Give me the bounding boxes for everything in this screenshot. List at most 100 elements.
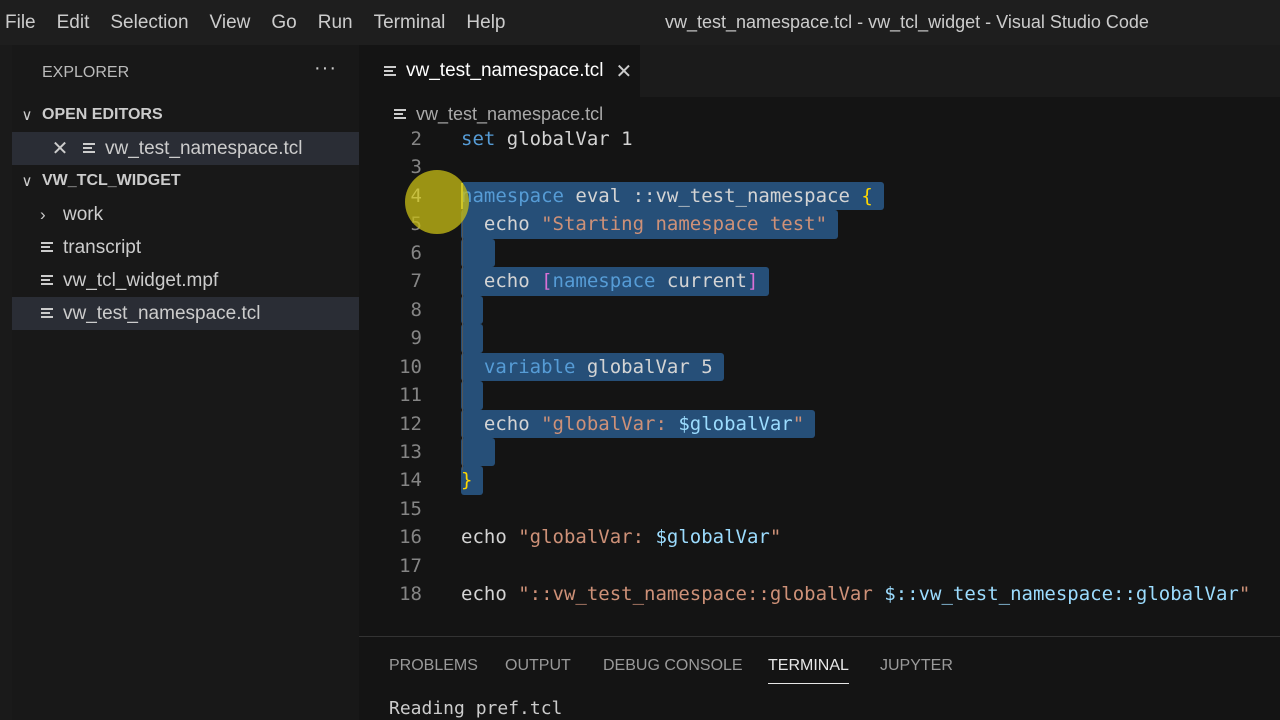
code-line[interactable]: 16 echo "globalVar: $globalVar" xyxy=(359,523,1280,551)
tab-jupyter[interactable]: JUPYTER xyxy=(880,657,953,675)
code-line[interactable]: 5 echo "Starting namespace test" xyxy=(359,210,1280,239)
token-text: current xyxy=(655,270,747,293)
open-editor-label: vw_test_namespace.tcl xyxy=(105,137,303,159)
token-str: "globalVar: xyxy=(518,526,656,549)
menu-edit[interactable]: Edit xyxy=(52,12,100,34)
tree-item-label: work xyxy=(63,203,104,225)
file-icon xyxy=(384,65,396,77)
token-bracket: [ xyxy=(541,270,553,293)
token-brace: } xyxy=(461,469,473,492)
token-text: echo xyxy=(461,270,542,293)
editor-tab-bar: vw_test_namespace.tcl ✕ xyxy=(359,45,1280,97)
tree-item-namespace-tcl[interactable]: vw_test_namespace.tcl xyxy=(12,297,359,330)
menu-run[interactable]: Run xyxy=(313,12,363,34)
token-kw: variable xyxy=(483,355,576,378)
tab-output[interactable]: OUTPUT xyxy=(505,657,571,675)
selected-code: echo [namespace current] xyxy=(461,267,770,296)
close-tab-icon[interactable]: ✕ xyxy=(616,59,633,84)
code-line[interactable]: 15 xyxy=(359,495,1280,523)
menu-view[interactable]: View xyxy=(205,12,261,34)
more-actions-icon[interactable]: ··· xyxy=(314,57,337,80)
close-icon[interactable]: ✕ xyxy=(45,136,75,161)
open-editors-label: OPEN EDITORS xyxy=(42,106,163,123)
menu-file[interactable]: File xyxy=(0,12,46,34)
code-line[interactable]: 4namespace eval ::vw_test_namespace { xyxy=(359,181,1280,211)
selected-code: echo "globalVar: $globalVar" xyxy=(461,409,816,438)
selected-code: variable globalVar 5 xyxy=(461,352,724,382)
token-str: " xyxy=(769,526,782,549)
tree-item-transcript[interactable]: transcript xyxy=(12,231,359,264)
code-text: set globalVar 1 xyxy=(461,125,633,153)
code-line[interactable]: 3 xyxy=(359,153,1280,181)
project-label: VW_TCL_WIDGET xyxy=(42,172,181,189)
line-number: 13 xyxy=(399,440,422,463)
selected-code xyxy=(461,295,484,325)
code-editor[interactable]: 2 set globalVar 134namespace eval ::vw_te… xyxy=(359,125,1280,625)
file-icon xyxy=(83,143,95,154)
tree-item-label: transcript xyxy=(63,236,142,258)
code-text: echo "::vw_test_namespace::globalVar $::… xyxy=(461,580,1250,608)
selected-code xyxy=(461,381,484,410)
terminal-output: Reading pref.tcl xyxy=(389,698,563,719)
code-text: echo "globalVar: $globalVar" xyxy=(461,523,781,551)
menu-bar: File Edit Selection View Go Run Terminal… xyxy=(0,0,1280,45)
token-str: " xyxy=(792,412,805,435)
line-number: 6 xyxy=(410,241,422,264)
token-text: eval ::vw_test_namespace xyxy=(563,184,862,207)
file-icon xyxy=(41,308,53,319)
menu-terminal[interactable]: Terminal xyxy=(369,12,456,34)
code-line[interactable]: 9 xyxy=(359,324,1280,353)
line-number: 16 xyxy=(399,526,422,549)
bottom-panel: PROBLEMS OUTPUT DEBUG CONSOLE TERMINAL J… xyxy=(359,636,1280,720)
tab-vw-test-namespace[interactable]: vw_test_namespace.tcl ✕ xyxy=(359,45,640,97)
tab-terminal[interactable]: TERMINAL xyxy=(768,657,849,684)
code-line[interactable]: 2 set globalVar 1 xyxy=(359,125,1280,153)
code-line[interactable]: 7 echo [namespace current] xyxy=(359,267,1280,296)
open-editors-header[interactable]: ∨ OPEN EDITORS xyxy=(12,99,359,131)
chevron-down-icon: ∨ xyxy=(21,173,33,190)
selected-code: namespace eval ::vw_test_namespace { xyxy=(461,181,884,211)
line-number: 14 xyxy=(399,469,422,492)
activity-bar xyxy=(0,45,12,720)
code-line[interactable]: 17 xyxy=(359,552,1280,580)
menu-go[interactable]: Go xyxy=(266,12,306,34)
menu-selection[interactable]: Selection xyxy=(105,12,198,34)
token-kw: namespace xyxy=(461,184,564,207)
token-str: "Starting namespace test" xyxy=(541,213,828,236)
line-number: 11 xyxy=(399,384,422,407)
project-header[interactable]: ∨ VW_TCL_WIDGET xyxy=(12,165,359,197)
selected-code: echo "Starting namespace test" xyxy=(461,210,839,239)
line-number: 18 xyxy=(399,583,422,606)
token-kw: namespace xyxy=(552,270,656,293)
breadcrumb[interactable]: vw_test_namespace.tcl xyxy=(394,104,603,125)
file-icon xyxy=(41,242,53,253)
code-line[interactable]: 8 xyxy=(359,295,1280,325)
code-line[interactable]: 13 xyxy=(359,437,1280,467)
tree-item-mpf[interactable]: vw_tcl_widget.mpf xyxy=(12,264,359,297)
token-text: globalVar 1 xyxy=(495,128,633,150)
code-line[interactable]: 12 echo "globalVar: $globalVar" xyxy=(359,409,1280,438)
token-var: $::vw_test_namespace::globalVar xyxy=(884,583,1239,606)
code-line[interactable]: 18 echo "::vw_test_namespace::globalVar $… xyxy=(359,580,1280,608)
token-bracket: ] xyxy=(747,270,759,293)
indent-guide xyxy=(462,210,463,470)
tree-item-work[interactable]: › work xyxy=(12,198,359,231)
file-icon xyxy=(394,109,406,120)
tab-debug-console[interactable]: DEBUG CONSOLE xyxy=(603,657,743,675)
token-text: echo xyxy=(461,526,519,549)
breadcrumb-file[interactable]: vw_test_namespace.tcl xyxy=(416,104,603,125)
code-line[interactable]: 6 xyxy=(359,238,1280,268)
code-line[interactable]: 11 xyxy=(359,381,1280,410)
selected-code: } xyxy=(461,466,484,495)
menu-help[interactable]: Help xyxy=(461,12,515,34)
line-number: 17 xyxy=(399,554,422,577)
tab-problems[interactable]: PROBLEMS xyxy=(389,657,478,675)
line-number: 7 xyxy=(410,270,422,293)
code-line[interactable]: 14} xyxy=(359,466,1280,495)
line-number: 9 xyxy=(410,327,422,350)
code-line[interactable]: 10 variable globalVar 5 xyxy=(359,352,1280,382)
open-editor-item[interactable]: ✕ vw_test_namespace.tcl xyxy=(12,132,359,165)
token-str: "globalVar: xyxy=(541,412,679,435)
token-var: $globalVar xyxy=(655,526,770,549)
